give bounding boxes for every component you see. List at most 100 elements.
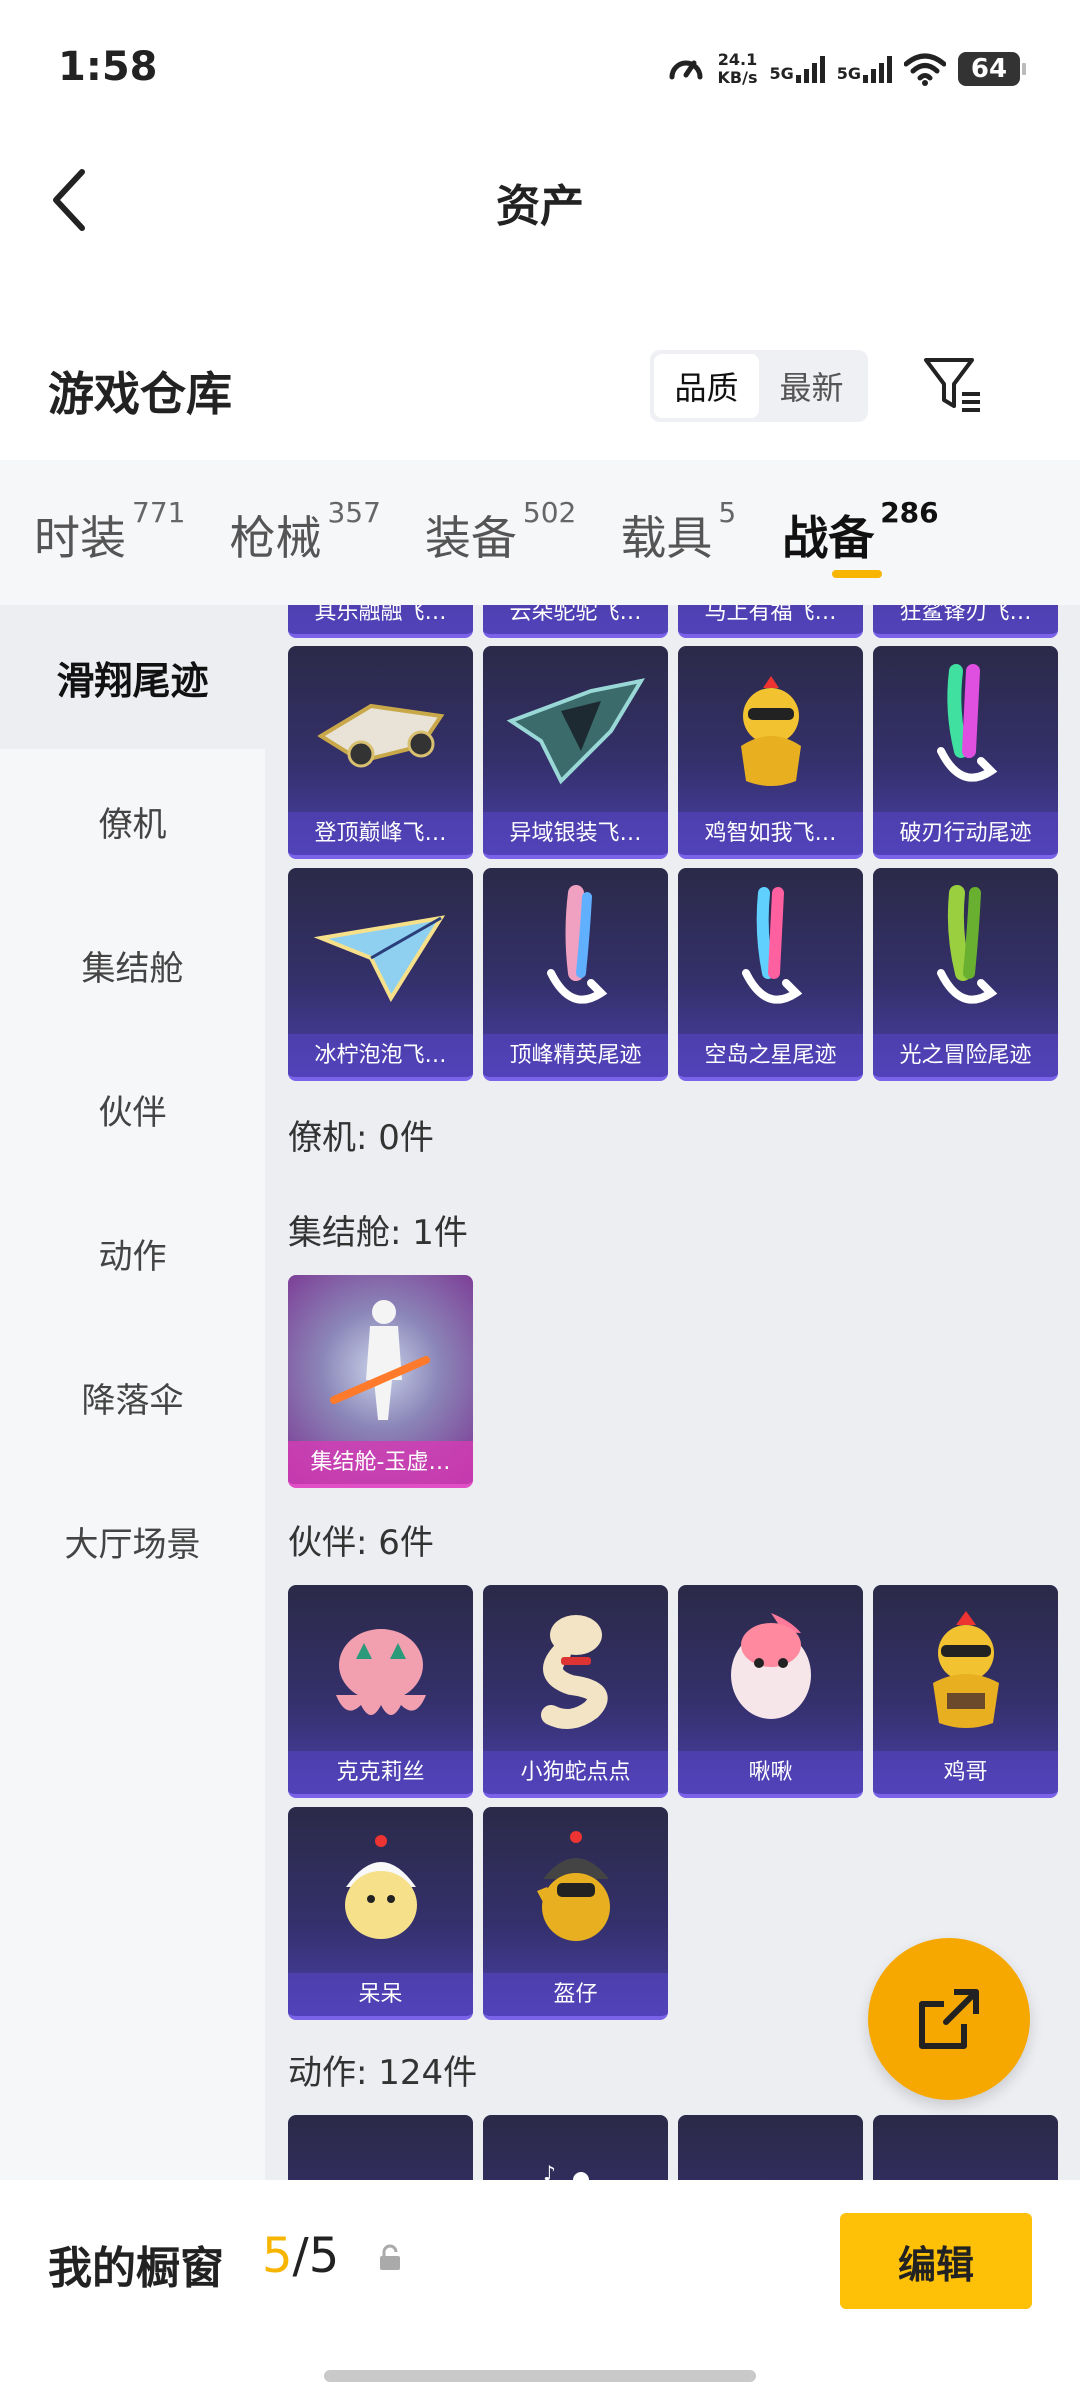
- sidebar-item-glide-trail[interactable]: 滑翔尾迹: [0, 605, 265, 749]
- filter-button[interactable]: [920, 352, 986, 418]
- item-card[interactable]: 云朵驼驼飞…: [483, 605, 668, 638]
- item-card[interactable]: 鸡智如我飞…: [678, 646, 863, 859]
- signal-icon: [863, 55, 892, 83]
- speed-value: 24.1: [717, 50, 758, 69]
- showcase-count: 5/5: [262, 2228, 339, 2284]
- sidebar-item-capsule[interactable]: 集结舱: [0, 893, 265, 1037]
- sort-option-quality[interactable]: 品质: [654, 354, 759, 418]
- share-external-icon: [919, 1989, 979, 2049]
- item-card[interactable]: 小狗蛇点点: [483, 1585, 668, 1798]
- item-card[interactable]: 破刃行动尾迹: [873, 646, 1058, 859]
- dance-figure-icon: ♪: [483, 2115, 668, 2180]
- item-card[interactable]: 登顶巅峰飞…: [288, 646, 473, 859]
- category-tabs: 时装 771 枪械 357 装备 502 载具 5 战备 286: [0, 460, 1080, 605]
- chicken-pet-icon: [873, 1585, 1058, 1755]
- sidebar-item-partner[interactable]: 伙伴: [0, 1037, 265, 1181]
- signal-2: 5G: [837, 55, 892, 83]
- showcase-count-separator: /: [292, 2228, 309, 2284]
- svg-text:♪: ♪: [543, 2161, 556, 2180]
- battery-indicator: 64: [958, 52, 1026, 86]
- sort-option-latest[interactable]: 最新: [759, 354, 864, 418]
- subcategory-sidebar: 滑翔尾迹 僚机 集结舱 伙伴 动作 降落伞 大厅场景: [0, 605, 265, 2180]
- tab-battle-prep[interactable]: 战备 286: [782, 460, 939, 605]
- tab-label: 载具: [620, 511, 713, 565]
- item-card[interactable]: 其乐融融飞…: [288, 605, 473, 638]
- edit-button[interactable]: 编辑: [840, 2213, 1032, 2309]
- tab-guns[interactable]: 枪械 357: [229, 460, 380, 605]
- item-name: 小狗蛇点点: [483, 1751, 668, 1794]
- signal-icon: [795, 55, 825, 83]
- smoke-trail-icon: [873, 868, 1058, 1038]
- item-card[interactable]: 啾啾: [678, 1585, 863, 1798]
- item-card[interactable]: 光之冒险尾迹: [873, 868, 1058, 1081]
- item-card[interactable]: 马上有福飞…: [678, 605, 863, 638]
- item-name: 破刃行动尾迹: [873, 812, 1058, 855]
- section-title: 游戏仓库: [48, 367, 232, 421]
- tab-count: 357: [327, 496, 381, 529]
- network-type-2: 5G: [836, 64, 861, 83]
- tab-count: 5: [718, 496, 737, 529]
- smoke-trail-icon: [483, 868, 668, 1038]
- share-fab-button[interactable]: [868, 1938, 1030, 2100]
- sidebar-item-wingman[interactable]: 僚机: [0, 749, 265, 893]
- glider-jet-icon: [288, 646, 473, 816]
- helmet-chick-pet-icon: [483, 1807, 668, 1977]
- item-name: 集结舱-玉虚…: [288, 1441, 473, 1484]
- item-card[interactable]: 异域银装飞…: [483, 646, 668, 859]
- network-type-1: 5G: [769, 64, 794, 83]
- sidebar-item-action[interactable]: 动作: [0, 1181, 265, 1325]
- signal-1: 5G: [769, 55, 825, 83]
- tab-count: 286: [880, 496, 939, 529]
- item-name: 异域银装飞…: [483, 812, 668, 855]
- octopus-pet-icon: [288, 1585, 473, 1755]
- home-indicator: [324, 2370, 756, 2382]
- status-time: 1:58: [58, 44, 158, 90]
- snake-pet-icon: [483, 1585, 668, 1755]
- lock-icon: [380, 2244, 400, 2270]
- item-name: 云朵驼驼飞…: [483, 605, 668, 634]
- item-name: 顶峰精英尾迹: [483, 1034, 668, 1077]
- item-card[interactable]: 盔仔: [483, 1807, 668, 2020]
- category-label-action: 动作: 124件: [288, 2053, 478, 2093]
- item-name: 登顶巅峰飞…: [288, 812, 473, 855]
- paper-plane-icon: [288, 868, 473, 1038]
- category-label-capsule: 集结舱: 1件: [288, 1213, 468, 1253]
- item-card[interactable]: 克克莉丝: [288, 1585, 473, 1798]
- tab-label: 装备: [424, 511, 517, 565]
- glider-wing-icon: [483, 646, 668, 816]
- dance-figure-icon: [678, 2115, 863, 2180]
- title-bar: 资产: [0, 140, 1080, 260]
- showcase-label: 我的橱窗: [48, 2243, 224, 2294]
- item-card[interactable]: 呆呆: [288, 1807, 473, 2020]
- network-speed: 24.1 KB/s: [718, 51, 758, 87]
- smoke-trail-icon: [873, 646, 1058, 816]
- item-card[interactable]: 狂鲨锋刃飞…: [873, 605, 1058, 638]
- item-card[interactable]: [678, 2115, 863, 2180]
- tab-label: 战备: [782, 511, 875, 565]
- item-name: 盔仔: [483, 1973, 668, 2016]
- category-label-partner: 伙伴: 6件: [288, 1523, 434, 1563]
- tab-fashion[interactable]: 时装 771: [34, 460, 185, 605]
- item-card[interactable]: ♪: [483, 2115, 668, 2180]
- item-card[interactable]: 冰柠泡泡飞…: [288, 868, 473, 1081]
- item-name: 狂鲨锋刃飞…: [873, 605, 1058, 634]
- item-card[interactable]: [873, 2115, 1058, 2180]
- item-card[interactable]: 顶峰精英尾迹: [483, 868, 668, 1081]
- page-title: 资产: [496, 181, 584, 232]
- tab-vehicles[interactable]: 载具 5: [620, 460, 736, 605]
- item-card[interactable]: 集结舱-玉虚…: [288, 1275, 473, 1488]
- sidebar-item-parachute[interactable]: 降落伞: [0, 1325, 265, 1469]
- item-name: 其乐融融飞…: [288, 605, 473, 634]
- item-card[interactable]: [288, 2115, 473, 2180]
- item-card[interactable]: 空岛之星尾迹: [678, 868, 863, 1081]
- bird-pet-icon: [678, 1585, 863, 1755]
- category-label-wingman: 僚机: 0件: [288, 1118, 434, 1158]
- sidebar-item-lobby-scene[interactable]: 大厅场景: [0, 1469, 265, 1613]
- tab-count: 771: [132, 496, 186, 529]
- status-bar: 1:58 24.1 KB/s 5G 5G 64: [0, 0, 1080, 140]
- item-name: 马上有福飞…: [678, 605, 863, 634]
- item-card[interactable]: 鸡哥: [873, 1585, 1058, 1798]
- item-name: 光之冒险尾迹: [873, 1034, 1058, 1077]
- tab-equipment[interactable]: 装备 502: [425, 460, 576, 605]
- showcase-bar: 我的橱窗 5/5 编辑: [0, 2180, 1080, 2400]
